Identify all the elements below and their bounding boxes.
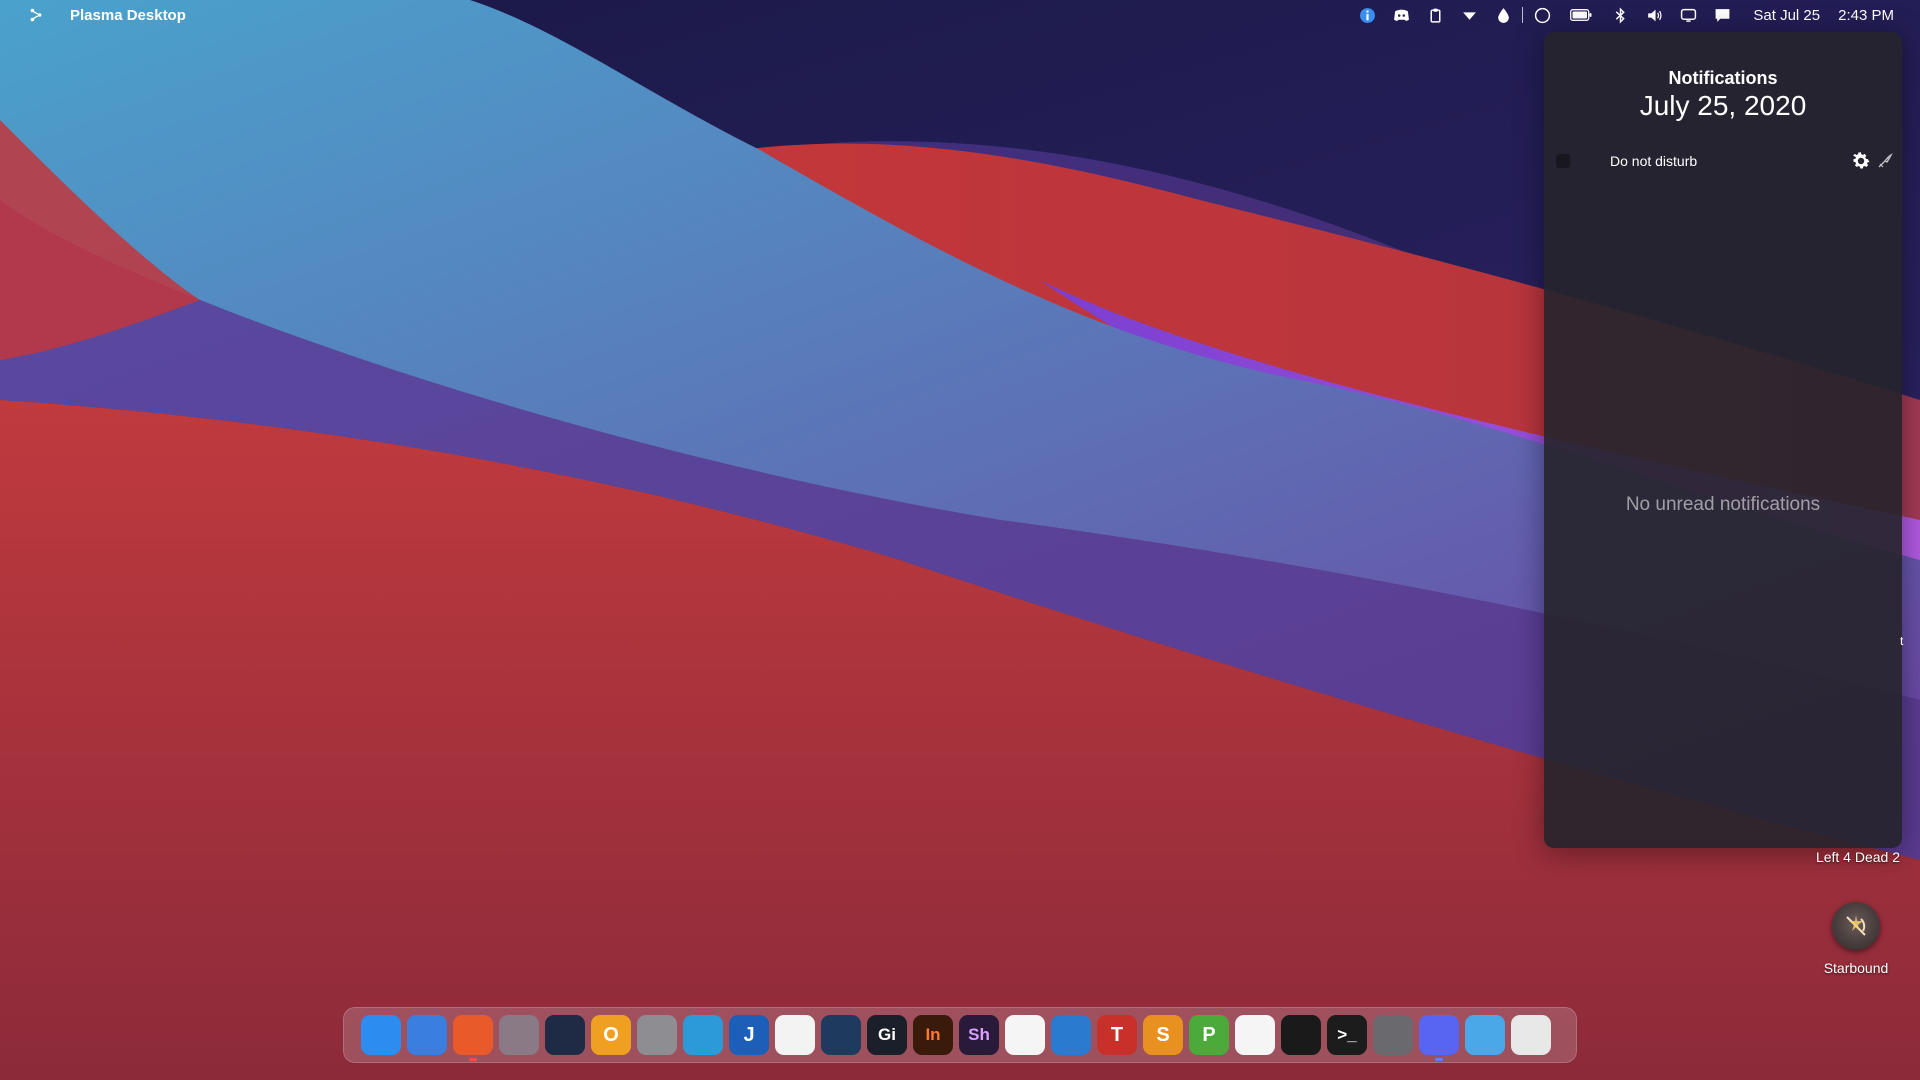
active-app-title[interactable]: Plasma Desktop bbox=[70, 7, 186, 24]
starbound-desktop-icon[interactable]: Starbound bbox=[1816, 902, 1896, 976]
dock-o-app-icon[interactable]: O bbox=[591, 1015, 631, 1055]
dock-activity-monitor-icon[interactable] bbox=[1281, 1015, 1321, 1055]
battery-icon[interactable] bbox=[1559, 0, 1603, 30]
notifications-title: Notifications bbox=[1668, 68, 1778, 88]
gear-icon[interactable] bbox=[1850, 150, 1872, 172]
dock-discord-icon[interactable] bbox=[1419, 1015, 1459, 1061]
dock-xcode-tool-icon[interactable] bbox=[683, 1015, 723, 1055]
dock-item-label: >_ bbox=[1337, 1025, 1357, 1044]
menubar-date[interactable]: Sat Jul 25 bbox=[1753, 7, 1820, 24]
tray-separator bbox=[1522, 7, 1524, 23]
dock: O J Gi In Sh T S P >_ bbox=[343, 1007, 1577, 1063]
dock-calculator-icon[interactable] bbox=[637, 1015, 677, 1055]
dock-item-label: T bbox=[1110, 1023, 1124, 1046]
notifications-date: July 25, 2020 bbox=[1639, 90, 1807, 121]
volume-icon[interactable] bbox=[1637, 0, 1671, 30]
running-indicator bbox=[469, 1058, 477, 1061]
dock-vscode-icon[interactable] bbox=[545, 1015, 585, 1055]
dock-music-icon[interactable] bbox=[1005, 1015, 1045, 1055]
drop-icon[interactable] bbox=[1486, 0, 1520, 30]
clear-all-icon[interactable] bbox=[1876, 152, 1894, 170]
plasma-logo-icon[interactable] bbox=[26, 5, 46, 25]
dock-wps-writer-icon[interactable]: T bbox=[1097, 1015, 1137, 1055]
do-not-disturb-row: Do not disturb bbox=[1544, 146, 1902, 176]
notifications-panel: Notifications July 25, 2020 Do not distu… bbox=[1544, 32, 1902, 848]
dock-wps-presentation-icon[interactable]: S bbox=[1143, 1015, 1183, 1055]
running-indicator bbox=[1435, 1058, 1443, 1061]
clipped-desktop-label: t bbox=[1900, 634, 1904, 648]
info-icon[interactable] bbox=[1350, 0, 1384, 30]
dock-indesign-icon[interactable]: In bbox=[913, 1015, 953, 1055]
dock-item-label: P bbox=[1202, 1023, 1216, 1046]
dock-item-label: Sh bbox=[968, 1025, 990, 1044]
clipboard-icon[interactable] bbox=[1418, 0, 1452, 30]
starbound-desktop-label: Starbound bbox=[1823, 960, 1889, 976]
starbound-logo-icon[interactable] bbox=[1832, 902, 1880, 950]
dock-item-label: In bbox=[925, 1025, 941, 1044]
notifications-icon[interactable] bbox=[1705, 0, 1739, 30]
do-not-disturb-checkbox[interactable] bbox=[1556, 154, 1570, 168]
dock-photos-icon[interactable] bbox=[775, 1015, 815, 1055]
dropdown-arrow-icon[interactable] bbox=[1452, 0, 1486, 30]
dock-item-label: O bbox=[603, 1023, 619, 1046]
dock-item-label: S bbox=[1156, 1023, 1170, 1046]
dock-finder-icon[interactable] bbox=[361, 1015, 401, 1055]
dock-downloads-folder-icon[interactable] bbox=[1465, 1015, 1505, 1055]
dock-item-label: Gi bbox=[878, 1025, 896, 1044]
top-menu-bar: Plasma Desktop Sat Jul 25 2:43 PM bbox=[0, 0, 1920, 30]
dock-macos-installer-icon[interactable] bbox=[499, 1015, 539, 1055]
dock-gimp-icon[interactable]: Gi bbox=[867, 1015, 907, 1055]
dock-joplin-icon[interactable]: J bbox=[729, 1015, 769, 1055]
dock-trash-icon[interactable] bbox=[1511, 1015, 1551, 1055]
bluetooth-icon[interactable] bbox=[1603, 0, 1637, 30]
dock-system-preferences-icon[interactable] bbox=[1373, 1015, 1413, 1055]
dock-terminal-icon[interactable]: >_ bbox=[1327, 1015, 1367, 1055]
menubar-clock[interactable]: 2:43 PM bbox=[1838, 7, 1894, 24]
circle-icon[interactable] bbox=[1525, 0, 1559, 30]
display-icon[interactable] bbox=[1671, 0, 1705, 30]
dock-item-label: J bbox=[743, 1023, 755, 1046]
dock-wps-spreadsheet-icon[interactable]: P bbox=[1189, 1015, 1229, 1055]
dock-firefox-icon[interactable] bbox=[453, 1015, 493, 1061]
dock-launchpad-icon[interactable] bbox=[407, 1015, 447, 1055]
dock-steam-icon[interactable] bbox=[821, 1015, 861, 1055]
discord-tray-icon[interactable] bbox=[1384, 0, 1418, 30]
dock-shotcut-icon[interactable]: Sh bbox=[959, 1015, 999, 1055]
empty-notifications-message: No unread notifications bbox=[1625, 494, 1821, 515]
do-not-disturb-label[interactable]: Do not disturb bbox=[1610, 153, 1697, 169]
dock-text-editor-icon[interactable] bbox=[1235, 1015, 1275, 1055]
left4dead2-desktop-label[interactable]: Left 4 Dead 2 bbox=[1816, 849, 1900, 865]
dock-quicktime-icon[interactable] bbox=[1051, 1015, 1091, 1055]
